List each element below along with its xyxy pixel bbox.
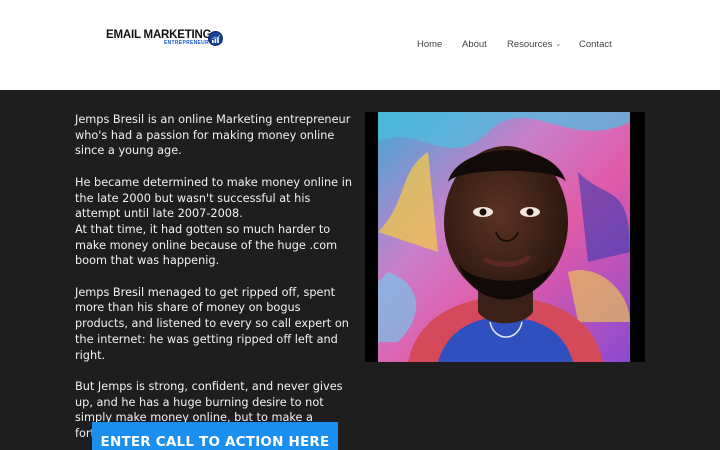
call-to-action-button[interactable]: ENTER CALL TO ACTION HERE [92, 422, 338, 450]
paragraph: At that time, it had gotten so much hard… [75, 222, 338, 268]
chart-badge-icon [208, 31, 223, 46]
about-text: Jemps Bresil is an online Marketing entr… [75, 112, 357, 450]
nav-about[interactable]: About [462, 39, 487, 50]
paragraph: He became determined to make money onlin… [75, 175, 352, 221]
logo-subtitle: ENTREPRENEUR [164, 40, 209, 46]
nav-home[interactable]: Home [417, 39, 442, 50]
paragraph: Jemps Bresil is an online Marketing entr… [75, 113, 351, 158]
nav-resources[interactable]: Resources ⌄ [507, 39, 561, 50]
nav-resources-label: Resources [507, 39, 553, 50]
profile-photo [378, 112, 630, 362]
chevron-down-icon: ⌄ [555, 41, 562, 48]
site-header: EMAIL MARKETING ENTREPRENEUR Home About … [0, 0, 720, 90]
nav-contact[interactable]: Contact [579, 39, 612, 50]
paragraph: Jemps Bresil menaged to get ripped off, … [75, 285, 349, 362]
